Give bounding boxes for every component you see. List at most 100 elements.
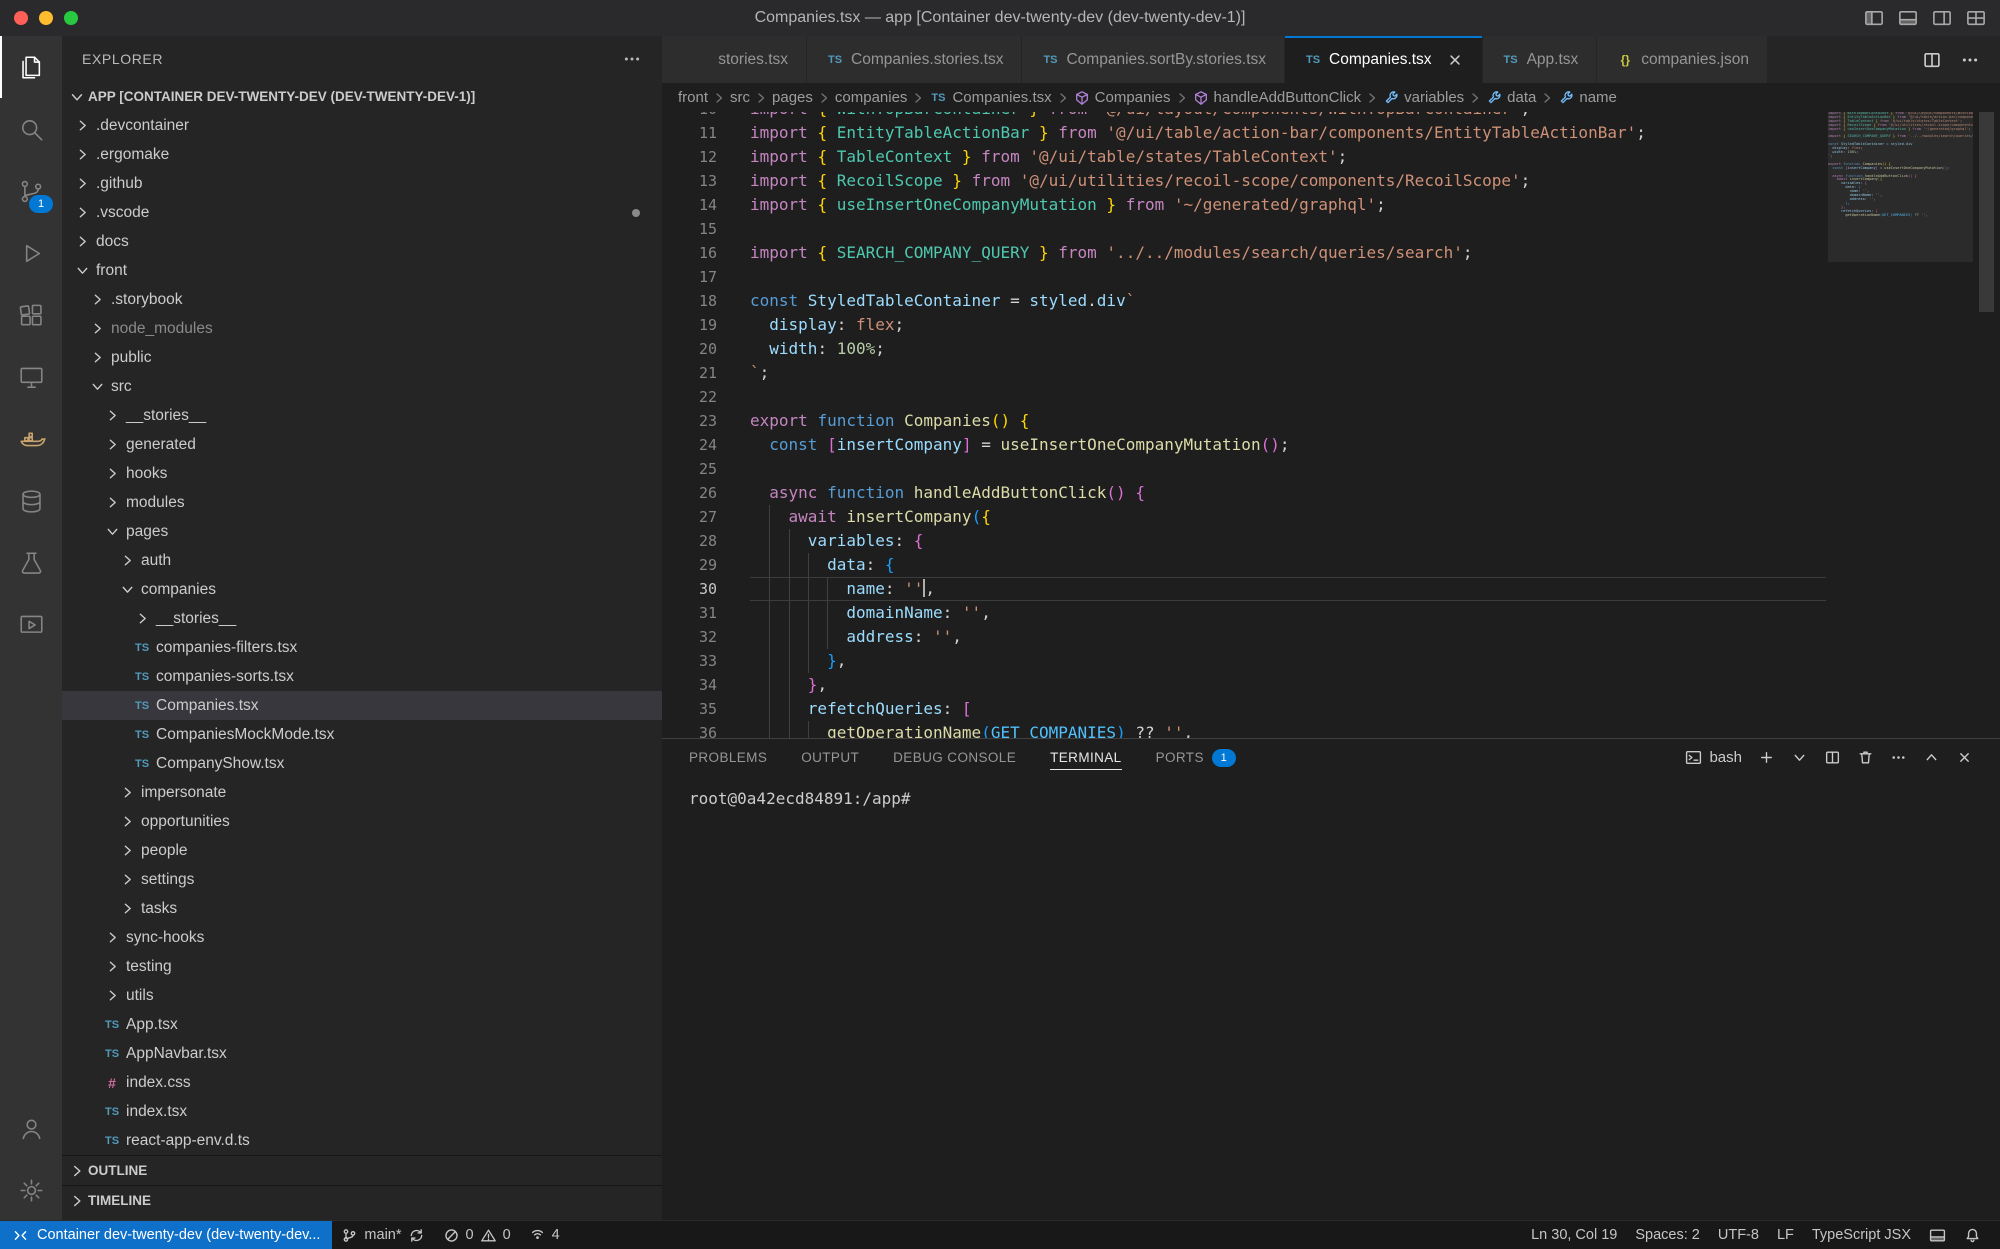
tree-item-index.tsx[interactable]: TSindex.tsx [62, 1097, 662, 1126]
breadcrumb-item-front[interactable]: front [676, 89, 710, 106]
split-terminal-icon[interactable] [1824, 749, 1841, 766]
code-line-16[interactable]: 16import { SEARCH_COMPANY_QUERY } from '… [662, 241, 1828, 265]
panel-tab-output[interactable]: OUTPUT [801, 739, 859, 776]
editor-scrollbar[interactable] [1973, 112, 2000, 738]
forwarded-ports-status[interactable]: 4 [520, 1221, 569, 1249]
tree-item-AppNavbar.tsx[interactable]: TSAppNavbar.tsx [62, 1039, 662, 1068]
panel-tab-debug-console[interactable]: DEBUG CONSOLE [893, 739, 1016, 776]
tree-item-testing[interactable]: testing [62, 952, 662, 981]
close-tab-icon[interactable] [1446, 51, 1464, 69]
zoom-window-button[interactable] [64, 11, 78, 25]
tree-item-hooks[interactable]: hooks [62, 459, 662, 488]
tree-item-__stories__[interactable]: __stories__ [62, 401, 662, 430]
tree-item-.storybook[interactable]: .storybook [62, 285, 662, 314]
tab-companies.json[interactable]: {}companies.json [1597, 36, 1768, 83]
encoding-status[interactable]: UTF-8 [1709, 1221, 1768, 1249]
panel-tab-terminal[interactable]: TERMINAL [1050, 739, 1121, 776]
code-line-32[interactable]: 32 address: '', [662, 625, 1828, 649]
close-window-button[interactable] [14, 11, 28, 25]
breadcrumb-item-data[interactable]: data [1484, 89, 1538, 106]
activity-remote-explorer[interactable] [0, 346, 62, 408]
tree-item-.vscode[interactable]: .vscode [62, 198, 662, 227]
tree-item-companies[interactable]: companies [62, 575, 662, 604]
explorer-section-header[interactable]: APP [CONTAINER DEV-TWENTY-DEV (DEV-TWENT… [62, 82, 662, 111]
minimap[interactable]: import { WithTopBarContainer } from '@/u… [1828, 112, 1973, 738]
tree-item-CompanyShow.tsx[interactable]: TSCompanyShow.tsx [62, 749, 662, 778]
tree-item-people[interactable]: people [62, 836, 662, 865]
tree-item-sync-hooks[interactable]: sync-hooks [62, 923, 662, 952]
tab-stories.tsx[interactable]: stories.tsx [662, 36, 807, 83]
maximize-panel-icon[interactable] [1923, 749, 1940, 766]
breadcrumb-item-Companies[interactable]: Companies [1072, 89, 1173, 106]
git-branch-status[interactable]: main* [332, 1221, 433, 1249]
tree-item-companies-sorts.tsx[interactable]: TScompanies-sorts.tsx [62, 662, 662, 691]
activity-database[interactable] [0, 470, 62, 532]
code-line-28[interactable]: 28 variables: { [662, 529, 1828, 553]
code-line-19[interactable]: 19 display: flex; [662, 313, 1828, 337]
terminal-output[interactable]: root@0a42ecd84891:/app# [662, 776, 2000, 808]
tree-item-impersonate[interactable]: impersonate [62, 778, 662, 807]
code-viewport[interactable]: 10import { WithTopBarContainer } from '@… [662, 112, 1828, 738]
split-editor-icon[interactable] [1922, 50, 1942, 70]
code-line-24[interactable]: 24 const [insertCompany] = useInsertOneC… [662, 433, 1828, 457]
tree-item-node_modules[interactable]: node_modules [62, 314, 662, 343]
problems-status[interactable]: 0 0 [434, 1221, 520, 1249]
editor-layout-status[interactable] [1920, 1221, 1955, 1249]
code-line-13[interactable]: 13import { RecoilScope } from '@/ui/util… [662, 169, 1828, 193]
code-line-15[interactable]: 15 [662, 217, 1828, 241]
tree-item-.github[interactable]: .github [62, 169, 662, 198]
panel-tab-problems[interactable]: PROBLEMS [689, 739, 767, 776]
cursor-position-status[interactable]: Ln 30, Col 19 [1522, 1221, 1626, 1249]
tree-item-utils[interactable]: utils [62, 981, 662, 1010]
new-terminal-icon[interactable] [1758, 749, 1775, 766]
code-line-25[interactable]: 25 [662, 457, 1828, 481]
tree-item-docs[interactable]: docs [62, 227, 662, 256]
code-line-14[interactable]: 14import { useInsertOneCompanyMutation }… [662, 193, 1828, 217]
tree-item-Companies.tsx[interactable]: TSCompanies.tsx [62, 691, 662, 720]
breadcrumb-item-Companies.tsx[interactable]: TSCompanies.tsx [927, 89, 1053, 106]
toggle-secondary-sidebar-icon[interactable] [1932, 8, 1952, 28]
tab-App.tsx[interactable]: TSApp.tsx [1483, 36, 1598, 83]
activity-run-and-debug[interactable] [0, 222, 62, 284]
customize-layout-icon[interactable] [1966, 8, 1986, 28]
tree-item-pages[interactable]: pages [62, 517, 662, 546]
code-line-31[interactable]: 31 domainName: '', [662, 601, 1828, 625]
activity-source-control[interactable]: 1 [0, 160, 62, 222]
code-line-22[interactable]: 22 [662, 385, 1828, 409]
tree-item-companies-filters.tsx[interactable]: TScompanies-filters.tsx [62, 633, 662, 662]
language-mode-status[interactable]: TypeScript JSX [1803, 1221, 1920, 1249]
tab-Companies.tsx[interactable]: TSCompanies.tsx [1285, 36, 1483, 83]
code-line-23[interactable]: 23export function Companies() { [662, 409, 1828, 433]
toggle-primary-sidebar-icon[interactable] [1864, 8, 1884, 28]
kill-terminal-icon[interactable] [1857, 749, 1874, 766]
code-line-30[interactable]: 30 name: '', [662, 577, 1828, 601]
code-line-35[interactable]: 35 refetchQueries: [ [662, 697, 1828, 721]
tree-item-public[interactable]: public [62, 343, 662, 372]
breadcrumb-item-companies[interactable]: companies [833, 89, 910, 106]
eol-status[interactable]: LF [1768, 1221, 1803, 1249]
remote-indicator[interactable]: Container dev-twenty-dev (dev-twenty-dev… [0, 1221, 332, 1249]
close-panel-icon[interactable] [1956, 749, 1973, 766]
tree-item-front[interactable]: front [62, 256, 662, 285]
activity-live-preview[interactable] [0, 594, 62, 656]
tree-item-CompaniesMockMode.tsx[interactable]: TSCompaniesMockMode.tsx [62, 720, 662, 749]
breadcrumb-item-src[interactable]: src [728, 89, 752, 106]
code-line-17[interactable]: 17 [662, 265, 1828, 289]
tree-item-.devcontainer[interactable]: .devcontainer [62, 111, 662, 140]
tree-item-react-app-env.d.ts[interactable]: TSreact-app-env.d.ts [62, 1126, 662, 1155]
tab-Companies.sortBy.stories.tsx[interactable]: TSCompanies.sortBy.stories.tsx [1022, 36, 1285, 83]
tree-item-tasks[interactable]: tasks [62, 894, 662, 923]
minimize-window-button[interactable] [39, 11, 53, 25]
minimap-slider[interactable] [1828, 112, 1973, 262]
code-line-18[interactable]: 18const StyledTableContainer = styled.di… [662, 289, 1828, 313]
code-line-11[interactable]: 11import { EntityTableActionBar } from '… [662, 121, 1828, 145]
notifications-status[interactable] [1955, 1221, 1990, 1249]
code-line-33[interactable]: 33 }, [662, 649, 1828, 673]
tree-item-auth[interactable]: auth [62, 546, 662, 575]
code-line-20[interactable]: 20 width: 100%; [662, 337, 1828, 361]
activity-settings[interactable] [0, 1159, 62, 1221]
activity-explorer[interactable] [0, 36, 62, 98]
code-line-10[interactable]: 10import { WithTopBarContainer } from '@… [662, 112, 1828, 121]
code-line-12[interactable]: 12import { TableContext } from '@/ui/tab… [662, 145, 1828, 169]
code-line-21[interactable]: 21`; [662, 361, 1828, 385]
